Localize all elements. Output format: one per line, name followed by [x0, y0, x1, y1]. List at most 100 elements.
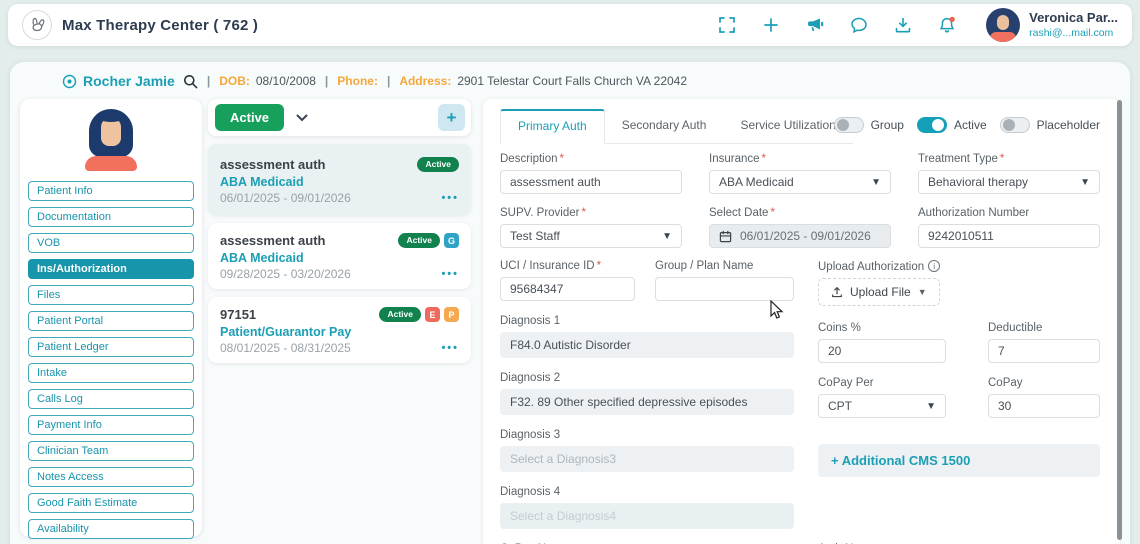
brand: Max Therapy Center ( 762 ) [22, 10, 258, 40]
sidebar-item-vob[interactable]: VOB [28, 233, 194, 253]
treatment-type-select[interactable]: Behavioral therapy ▼ [918, 170, 1100, 194]
patient-name[interactable]: Rocher Jamie [83, 73, 175, 89]
user-menu[interactable]: Veronica Par... rashi@...mail.com [986, 8, 1118, 42]
deductible-input[interactable] [988, 339, 1100, 363]
patient-search-icon[interactable] [183, 74, 198, 89]
diagnosis3-label: Diagnosis 3 [500, 429, 561, 441]
auth-card-title: assessment auth [220, 233, 326, 248]
upload-authorization-label: Upload Authorization [818, 261, 925, 273]
status-badge: Active [379, 307, 421, 322]
auth-card[interactable]: assessment auth Active G ABA Medicaid 09… [208, 223, 471, 289]
description-label: Description [500, 153, 558, 165]
sidebar-item-intake[interactable]: Intake [28, 363, 194, 383]
separator: | [324, 74, 329, 88]
supv-provider-select[interactable]: Test Staff ▼ [500, 224, 682, 248]
active-toggle-label: Active [953, 118, 987, 132]
group-toggle[interactable] [833, 117, 864, 133]
sidebar-item-calls-log[interactable]: Calls Log [28, 389, 194, 409]
e-badge: E [425, 307, 440, 322]
authorization-number-label: Authorization Number [918, 207, 1030, 219]
download-icon[interactable] [894, 16, 912, 34]
card-menu-icon[interactable]: ••• [441, 192, 459, 204]
auth-card[interactable]: 97151 Active E P Patient/Guarantor Pay 0… [208, 297, 471, 363]
auth-card-dates: 06/01/2025 - 09/01/2026 [220, 191, 351, 205]
auth-card-payer: ABA Medicaid [220, 175, 304, 189]
sidebar-item-notes-access[interactable]: Notes Access [28, 467, 194, 487]
p-badge: P [444, 307, 459, 322]
copay-per-select[interactable]: CPT ▼ [818, 394, 946, 418]
dob-label: DOB: [219, 74, 250, 88]
app-logo-icon[interactable] [22, 10, 52, 40]
status-badge: Active [398, 233, 440, 248]
copay-input[interactable] [988, 394, 1100, 418]
description-input[interactable] [500, 170, 682, 194]
add-icon[interactable] [762, 16, 780, 34]
patient-sidebar: Patient Info Documentation VOB Ins/Autho… [20, 99, 202, 539]
sidebar-item-payment-info[interactable]: Payment Info [28, 415, 194, 435]
tab-bar: Primary Auth Secondary Auth Service Util… [500, 109, 853, 144]
sidebar-item-clinician-team[interactable]: Clinician Team [28, 441, 194, 461]
info-icon[interactable]: i [928, 260, 941, 272]
card-menu-icon[interactable]: ••• [441, 268, 459, 280]
diagnosis4-field[interactable]: Select a Diagnosis4 [500, 503, 794, 529]
notifications-bell-icon[interactable] [938, 16, 956, 34]
insurance-select[interactable]: ABA Medicaid ▼ [709, 170, 891, 194]
group-plan-label: Group / Plan Name [655, 260, 754, 272]
status-filter-button[interactable]: Active [215, 104, 285, 131]
sidebar-item-availability[interactable]: Availability [28, 519, 194, 539]
coins-input[interactable] [818, 339, 946, 363]
uci-label: UCI / Insurance ID [500, 260, 595, 272]
diagnosis2-field[interactable]: F32. 89 Other specified depressive episo… [500, 389, 794, 415]
sidebar-item-documentation[interactable]: Documentation [28, 207, 194, 227]
group-badge: G [444, 233, 459, 248]
sidebar-item-good-faith-estimate[interactable]: Good Faith Estimate [28, 493, 194, 513]
diagnosis1-label: Diagnosis 1 [500, 315, 561, 327]
card-menu-icon[interactable]: ••• [441, 342, 459, 354]
authorization-number-input[interactable] [918, 224, 1100, 248]
upload-file-button[interactable]: Upload File ▼ [818, 278, 940, 306]
group-plan-input[interactable] [655, 277, 794, 301]
announcement-icon[interactable] [806, 16, 824, 34]
active-toggle[interactable] [916, 117, 947, 133]
upload-icon [831, 286, 843, 298]
diagnosis2-label: Diagnosis 2 [500, 372, 561, 384]
date-range-field[interactable]: 06/01/2025 - 09/01/2026 [709, 224, 891, 248]
tab-primary-auth[interactable]: Primary Auth [500, 109, 605, 144]
placeholder-toggle[interactable] [999, 117, 1030, 133]
fullscreen-icon[interactable] [718, 16, 736, 34]
auth-card-dates: 08/01/2025 - 08/31/2025 [220, 341, 351, 355]
auth-card-payer: Patient/Guarantor Pay [220, 325, 352, 339]
auth-card[interactable]: assessment auth Active ABA Medicaid 06/0… [208, 144, 471, 215]
placeholder-toggle-label: Placeholder [1036, 118, 1100, 132]
auth-list-header: Active + [208, 99, 471, 136]
add-authorization-button[interactable]: + [438, 104, 465, 131]
sidebar-item-patient-portal[interactable]: Patient Portal [28, 311, 194, 331]
status-badge: Active [417, 157, 459, 172]
content-row: Patient Info Documentation VOB Ins/Autho… [10, 89, 1130, 544]
sidebar-item-files[interactable]: Files [28, 285, 194, 305]
chat-icon[interactable] [850, 16, 868, 34]
sidebar-item-ins-authorization[interactable]: Ins/Authorization [28, 259, 194, 279]
chevron-down-icon[interactable] [296, 109, 308, 127]
vertical-scrollbar[interactable] [1117, 100, 1122, 540]
address-value: 2901 Telestar Court Falls Church VA 2204… [457, 74, 688, 88]
uci-input[interactable] [500, 277, 635, 301]
target-icon[interactable] [62, 74, 77, 89]
auth-card-dates: 09/28/2025 - 03/20/2026 [220, 267, 351, 281]
select-date-label: Select Date [709, 207, 769, 219]
authorization-list: Active + assessment auth Active ABA Medi… [208, 99, 471, 363]
sidebar-item-patient-info[interactable]: Patient Info [28, 181, 194, 201]
user-name: Veronica Par... [1029, 10, 1118, 26]
additional-cms-1500-link[interactable]: + Additional CMS 1500 [818, 444, 1100, 477]
diagnosis3-field[interactable]: Select a Diagnosis3 [500, 446, 794, 472]
calendar-icon [719, 230, 732, 243]
chevron-down-icon: ▼ [662, 230, 672, 242]
sidebar-item-patient-ledger[interactable]: Patient Ledger [28, 337, 194, 357]
tab-secondary-auth[interactable]: Secondary Auth [605, 109, 724, 143]
patient-avatar [77, 109, 145, 171]
diagnosis4-label: Diagnosis 4 [500, 486, 561, 498]
top-actions: Veronica Par... rashi@...mail.com [718, 8, 1118, 42]
diagnosis1-field[interactable]: F84.0 Autistic Disorder [500, 332, 794, 358]
deductible-label: Deductible [988, 322, 1043, 334]
patient-info-bar: Rocher Jamie | DOB: 08/10/2008 | Phone: … [10, 62, 1130, 89]
